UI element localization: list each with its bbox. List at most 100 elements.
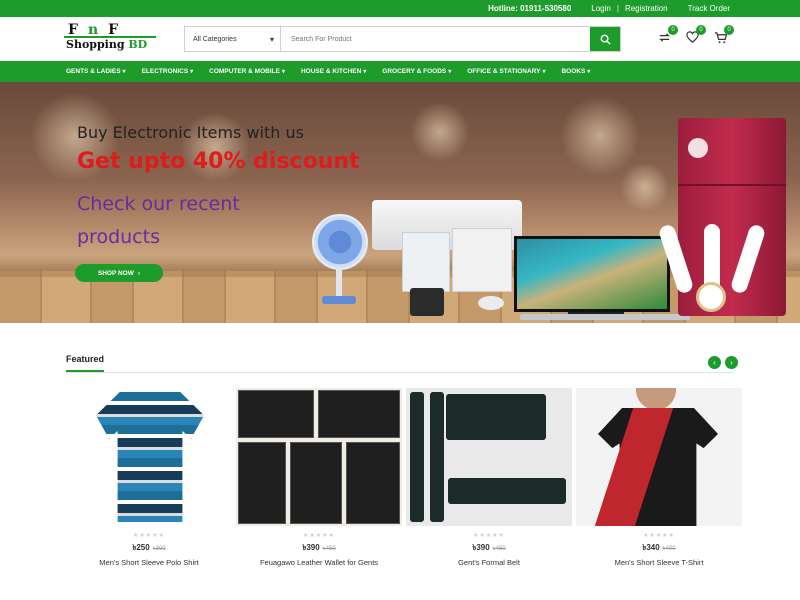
chevron-down-icon: ▾ xyxy=(448,69,452,75)
chevron-right-icon: › xyxy=(730,358,733,367)
fridge-door-line xyxy=(678,184,786,186)
compare-count-badge: 0 xyxy=(668,25,678,35)
search-button[interactable] xyxy=(590,27,620,51)
search-icon xyxy=(600,34,611,45)
chevron-down-icon: ▾ xyxy=(587,69,591,75)
hero-discount-headline: Get upto 40% discount xyxy=(77,149,360,174)
old-price: ৳400 xyxy=(662,546,676,552)
mouse-image xyxy=(478,296,504,310)
search-bar: All Categories ▾ xyxy=(184,26,621,52)
category-select-value: All Categories xyxy=(193,35,237,43)
chevron-down-icon: ▾ xyxy=(190,69,194,75)
login-link[interactable]: Login xyxy=(591,4,611,13)
shop-now-label: SHOP NOW xyxy=(97,269,134,277)
site-logo[interactable]: FnF Shopping BD xyxy=(64,22,160,56)
hero-line1: Buy Electronic Items with us xyxy=(77,123,304,142)
carousel-next-button[interactable]: › xyxy=(725,356,738,369)
bokeh-light xyxy=(560,96,640,176)
washing-machine-image xyxy=(402,232,450,292)
wallet-graphic xyxy=(318,390,400,438)
chevron-down-icon: ▾ xyxy=(281,69,285,75)
wishlist-button[interactable]: 0 xyxy=(686,25,706,45)
fan-stand xyxy=(336,267,342,299)
nav-item-gents-ladies[interactable]: GENTS & LADIES ▾ xyxy=(66,68,134,75)
featured-section: Featured ‹ › ★★★★★ ৳250 ৳300 Men's Short … xyxy=(0,323,800,600)
product-card[interactable]: ★★★★★ ৳340 ৳400 Men's Short Sleeve T-Shir… xyxy=(576,388,742,568)
wallet-graphic xyxy=(238,442,286,524)
header-icons: 0 0 0 xyxy=(658,25,734,45)
cart-button[interactable]: 0 xyxy=(714,25,734,45)
compare-button[interactable]: 0 xyxy=(658,25,678,45)
chevron-down-icon: ▾ xyxy=(363,69,367,75)
wishlist-count-badge: 0 xyxy=(696,25,706,35)
bokeh-light xyxy=(410,102,470,162)
lamp-center xyxy=(696,282,726,312)
product-image[interactable] xyxy=(576,388,742,526)
chevron-down-icon: ▾ xyxy=(122,69,126,75)
nav-item-electronics[interactable]: ELECTRONICS ▾ xyxy=(134,68,202,75)
product-list: ★★★★★ ৳250 ৳300 Men's Short Sleeve Polo S… xyxy=(66,388,742,568)
shop-now-button[interactable]: SHOP NOW › xyxy=(75,264,163,282)
rating-stars: ★★★★★ xyxy=(303,533,335,539)
lamp-image xyxy=(657,223,767,314)
carousel-arrows: ‹ › xyxy=(708,356,738,369)
belt-graphic xyxy=(448,478,566,504)
fan-image xyxy=(312,214,368,270)
hotline-text: Hotline: 01911-530580 xyxy=(488,4,572,13)
product-price: ৳390 ৳450 xyxy=(302,543,336,552)
polo-shirt-graphic xyxy=(96,392,204,522)
rating-stars: ★★★★★ xyxy=(473,533,505,539)
carousel-prev-button[interactable]: ‹ xyxy=(708,356,721,369)
old-price: ৳450 xyxy=(322,546,336,552)
product-name[interactable]: Gent's Formal Belt xyxy=(406,558,572,568)
section-divider xyxy=(66,372,734,373)
nav-item-office-stationary[interactable]: OFFICE & STATIONARY ▾ xyxy=(459,68,553,75)
fridge-flower xyxy=(688,138,708,158)
nav-item-computer-mobile[interactable]: COMPUTER & MOBILE ▾ xyxy=(201,68,293,75)
site-header: FnF Shopping BD All Categories ▾ 0 0 0 xyxy=(0,17,800,61)
fan-base xyxy=(322,296,356,304)
category-select[interactable]: All Categories ▾ xyxy=(185,27,281,51)
chevron-right-icon: › xyxy=(137,269,141,277)
product-name[interactable]: Feuagawo Leather Wallet for Gents xyxy=(236,558,402,568)
product-card[interactable]: ★★★★★ ৳390 ৳450 Feuagawo Leather Wallet f… xyxy=(236,388,402,568)
registration-link[interactable]: Registration xyxy=(625,4,668,13)
bokeh-light xyxy=(620,162,670,212)
chevron-down-icon: ▾ xyxy=(269,34,274,44)
product-name[interactable]: Men's Short Sleeve T-Shirt xyxy=(576,558,742,568)
nav-item-grocery-foods[interactable]: GROCERY & FOODS ▾ xyxy=(374,68,459,75)
appliance-image xyxy=(452,228,512,292)
old-price: ৳450 xyxy=(492,546,506,552)
cart-count-badge: 0 xyxy=(724,25,734,35)
nav-item-house-kitchen[interactable]: HOUSE & KITCHEN ▾ xyxy=(293,68,374,75)
hero-banner[interactable]: Buy Electronic Items with us Get upto 40… xyxy=(0,82,800,323)
track-order-link[interactable]: Track Order xyxy=(688,4,730,13)
tv-image xyxy=(514,236,670,312)
old-price: ৳300 xyxy=(152,546,166,552)
wallet-graphic xyxy=(290,442,342,524)
nav-item-books[interactable]: BOOKS ▾ xyxy=(553,68,598,75)
search-input[interactable] xyxy=(281,27,590,51)
wallet-graphic xyxy=(238,390,314,438)
product-image[interactable] xyxy=(66,388,232,526)
chevron-left-icon: ‹ xyxy=(713,358,716,367)
product-card[interactable]: ★★★★★ ৳390 ৳450 Gent's Formal Belt xyxy=(406,388,572,568)
separator: | xyxy=(616,4,619,13)
wallet-graphic xyxy=(346,442,400,524)
belt-graphic xyxy=(430,392,444,522)
product-name[interactable]: Men's Short Sleeve Polo Shirt xyxy=(66,558,232,568)
belt-graphic xyxy=(446,394,546,440)
product-image[interactable] xyxy=(236,388,402,526)
belt-graphic xyxy=(410,392,424,522)
model-neck xyxy=(636,388,676,410)
logo-line2: Shopping BD xyxy=(66,38,148,51)
hero-line3: Check our recent products xyxy=(77,193,240,248)
product-image[interactable] xyxy=(406,388,572,526)
product-card[interactable]: ★★★★★ ৳250 ৳300 Men's Short Sleeve Polo S… xyxy=(66,388,232,568)
product-price: ৳390 ৳450 xyxy=(472,543,506,552)
laptop-image xyxy=(520,314,690,320)
rating-stars: ★★★★★ xyxy=(133,533,165,539)
top-bar: Hotline: 01911-530580 Login | Registrati… xyxy=(0,0,800,17)
rating-stars: ★★★★★ xyxy=(643,533,675,539)
product-price: ৳340 ৳400 xyxy=(642,543,676,552)
